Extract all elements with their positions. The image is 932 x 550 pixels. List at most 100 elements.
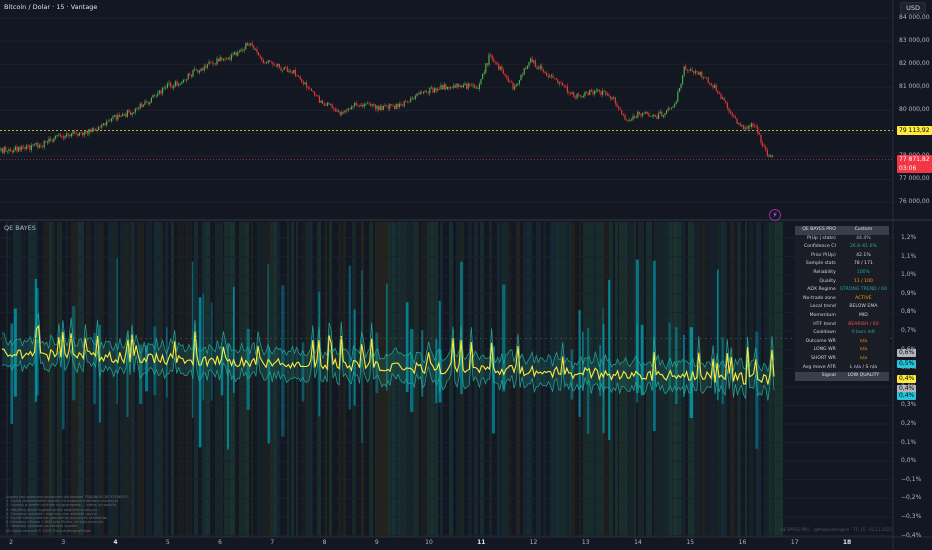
candle-body bbox=[53, 138, 55, 142]
candle-body bbox=[102, 123, 104, 126]
candle-body bbox=[746, 127, 748, 129]
disclaimer-line: All rights reserved © 2025 TheQuantEngin… bbox=[6, 528, 92, 533]
date-axis-label: 14 bbox=[634, 539, 642, 546]
stats-key: Avg move ATR bbox=[802, 364, 836, 370]
candle-body bbox=[634, 116, 636, 119]
candle-body bbox=[347, 108, 349, 111]
background-band bbox=[66, 222, 68, 537]
date-axis-label: 6 bbox=[218, 539, 222, 546]
candle-body bbox=[56, 135, 58, 136]
currency-button[interactable]: USD bbox=[900, 2, 926, 14]
candle-body bbox=[213, 63, 215, 64]
candle-body bbox=[702, 77, 704, 78]
candle-body bbox=[210, 61, 212, 63]
candle-body bbox=[408, 101, 410, 103]
candle-body bbox=[549, 76, 551, 78]
candle-body bbox=[85, 130, 87, 133]
candle-body bbox=[552, 75, 554, 78]
candle-body bbox=[69, 134, 71, 137]
candle-body bbox=[13, 150, 15, 153]
candle-body bbox=[741, 125, 743, 126]
candle-body bbox=[146, 101, 148, 103]
stats-row: HTF trend BEARISH / 60 bbox=[795, 320, 889, 330]
candle-body bbox=[381, 106, 383, 111]
candle-body bbox=[301, 79, 303, 83]
candle-body bbox=[123, 113, 125, 115]
candle-body bbox=[376, 105, 378, 109]
candle-body bbox=[259, 55, 261, 58]
candle-body bbox=[643, 113, 645, 114]
candle-body bbox=[54, 135, 56, 139]
date-axis-label: 15 bbox=[686, 539, 695, 546]
candle-body bbox=[226, 58, 228, 60]
candle-body bbox=[525, 68, 527, 69]
candle-body bbox=[222, 59, 224, 60]
candle-body bbox=[504, 73, 506, 76]
candle-body bbox=[707, 77, 709, 83]
candle-body bbox=[323, 103, 325, 106]
date-axis-label: 8 bbox=[322, 539, 327, 546]
candle-body bbox=[491, 55, 493, 60]
candle-body bbox=[594, 91, 596, 95]
candle-body bbox=[531, 58, 533, 63]
candle-body bbox=[470, 85, 472, 87]
candle-body bbox=[763, 146, 765, 147]
candle-body bbox=[731, 112, 733, 116]
candle-body bbox=[358, 105, 360, 107]
stats-key: P(Up | state) bbox=[807, 235, 836, 241]
candle-body bbox=[747, 125, 749, 129]
stats-table: QE BAYES PRO Custom P(Up | state) 44.4% Co… bbox=[795, 226, 889, 381]
candle-body bbox=[184, 79, 186, 81]
candle-body bbox=[72, 131, 74, 134]
candle-body bbox=[394, 106, 396, 109]
candle-body bbox=[536, 66, 538, 69]
candle-body bbox=[752, 123, 754, 126]
candle-body bbox=[208, 61, 210, 65]
indicator-spike bbox=[348, 265, 351, 410]
candle-body bbox=[67, 133, 69, 135]
stats-row: Avg move ATR L n/a / S n/a bbox=[795, 363, 889, 373]
indicator-title[interactable]: QE BAYES bbox=[4, 224, 36, 232]
candle-body bbox=[264, 62, 266, 64]
candle-body bbox=[405, 101, 407, 102]
candle-body bbox=[722, 97, 724, 99]
candle-body bbox=[368, 103, 370, 105]
candle-body bbox=[494, 61, 496, 63]
stats-key: Quality bbox=[819, 278, 836, 284]
indicator-axis-label: 0,9% bbox=[901, 289, 917, 297]
indicator-axis-label: 1,2% bbox=[901, 234, 917, 241]
candle-body bbox=[35, 142, 37, 145]
background-band bbox=[53, 222, 55, 537]
candle-body bbox=[355, 102, 357, 106]
candle-body bbox=[360, 105, 362, 107]
candle-body bbox=[93, 128, 95, 131]
candle-body bbox=[186, 79, 188, 81]
stats-value: MID bbox=[858, 312, 868, 318]
candle-body bbox=[346, 110, 348, 112]
candle-body bbox=[418, 93, 420, 95]
chart-canvas[interactable] bbox=[0, 0, 932, 550]
candle-body bbox=[322, 100, 324, 104]
chart-title: Bitcoin / Dolar · 15 · Vantage bbox=[4, 3, 98, 11]
candle-body bbox=[477, 87, 479, 89]
candle-body bbox=[43, 141, 45, 148]
candle-body bbox=[397, 103, 399, 108]
lightning-icon[interactable]: ⚡ bbox=[769, 209, 781, 221]
background-band bbox=[369, 222, 373, 537]
candle-body bbox=[744, 127, 746, 129]
candle-body bbox=[326, 102, 328, 106]
candle-body bbox=[458, 83, 460, 87]
background-band bbox=[296, 222, 298, 537]
candle-body bbox=[11, 150, 13, 153]
candle-body bbox=[674, 104, 676, 107]
candle-body bbox=[462, 84, 464, 88]
candle-body bbox=[530, 58, 532, 63]
candle-body bbox=[486, 63, 488, 65]
candle-body bbox=[330, 104, 332, 105]
candle-body bbox=[194, 68, 196, 70]
stats-value: 0 bars left bbox=[851, 330, 876, 336]
stats-key: ADX Regime bbox=[807, 287, 836, 293]
date-axis-label: 11 bbox=[477, 539, 486, 546]
candle-body bbox=[218, 58, 220, 62]
stats-value: 44.4% bbox=[856, 235, 871, 241]
